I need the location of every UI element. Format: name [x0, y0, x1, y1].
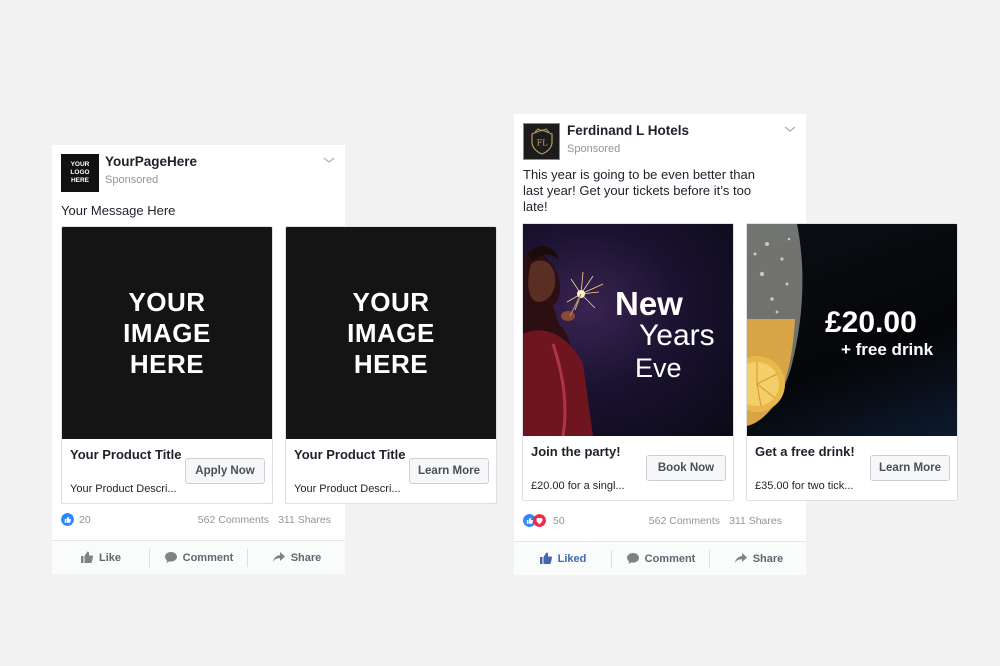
sponsored-post-template: YOUR LOGO HERE YourPageHere Sponsored Yo…: [52, 145, 497, 574]
card-image[interactable]: New Years Eve: [523, 224, 733, 436]
card-image[interactable]: £20.00 + free drink: [747, 224, 957, 436]
card-description: £20.00 for a singl...: [531, 480, 625, 492]
card-image[interactable]: YOUR IMAGE HERE: [286, 227, 496, 439]
page-logo[interactable]: YOUR LOGO HERE: [61, 154, 99, 192]
thumbs-up-icon: [539, 552, 552, 564]
shares-count[interactable]: 311 Shares: [278, 514, 331, 526]
shares-count[interactable]: 311 Shares: [729, 515, 782, 527]
card-description: Your Product Descri...: [294, 483, 401, 495]
share-icon: [734, 553, 747, 563]
card-title: Your Product Title: [294, 447, 406, 462]
card-image[interactable]: YOUR IMAGE HERE: [62, 227, 272, 439]
sponsored-label: Sponsored: [105, 174, 159, 186]
card-title: Get a free drink!: [755, 444, 855, 459]
comment-icon: [626, 553, 639, 564]
image-placeholder-text: YOUR IMAGE HERE: [347, 287, 435, 379]
reaction-count[interactable]: 50: [553, 515, 565, 527]
hotel-logo[interactable]: FL: [523, 123, 560, 160]
free-drink-subheadline: + free drink: [841, 340, 934, 359]
card-description: Your Product Descri...: [70, 483, 177, 495]
learn-more-button[interactable]: Learn More: [870, 455, 950, 481]
comments-count[interactable]: 562 Comments: [198, 514, 269, 526]
liked-button[interactable]: Liked: [514, 542, 611, 575]
chevron-down-icon[interactable]: [784, 123, 796, 135]
post-message: This year is going to be even better tha…: [523, 167, 755, 214]
page-name[interactable]: Ferdinand L Hotels: [567, 123, 689, 138]
image-placeholder-text: YOUR IMAGE HERE: [123, 287, 211, 379]
post-actions-bar: Like Comment Share: [52, 540, 345, 574]
share-button[interactable]: Share: [248, 541, 345, 574]
book-now-button[interactable]: Book Now: [646, 455, 726, 481]
learn-more-button[interactable]: Learn More: [409, 458, 489, 484]
sponsored-label: Sponsored: [567, 143, 621, 155]
card-description: £35.00 for two tick...: [755, 480, 854, 492]
share-button[interactable]: Share: [710, 542, 807, 575]
svg-text:FL: FL: [536, 138, 548, 147]
page-name[interactable]: YourPageHere: [105, 154, 197, 169]
carousel-card[interactable]: £20.00 + free drink Get a free drink! £3…: [746, 223, 958, 501]
carousel-card[interactable]: YOUR IMAGE HERE Your Product Title Your …: [61, 226, 273, 504]
carousel-card[interactable]: New Years Eve Join the party! £20.00 for…: [522, 223, 734, 501]
card-title: Join the party!: [531, 444, 621, 459]
apply-now-button[interactable]: Apply Now: [185, 458, 265, 484]
like-reaction-icon: [61, 513, 74, 526]
comment-button[interactable]: Comment: [150, 541, 247, 574]
carousel-card[interactable]: YOUR IMAGE HERE Your Product Title Your …: [285, 226, 497, 504]
reaction-count[interactable]: 20: [79, 514, 91, 526]
chevron-down-icon[interactable]: [323, 154, 335, 166]
post-message: Your Message Here: [61, 203, 176, 218]
new-years-eve-headline: New Years Eve: [615, 285, 715, 383]
price-headline: £20.00: [825, 306, 917, 339]
love-reaction-icon: [533, 514, 546, 527]
share-icon: [272, 552, 285, 562]
card-title: Your Product Title: [70, 447, 182, 462]
comment-button[interactable]: Comment: [612, 542, 709, 575]
thumbs-up-icon: [80, 551, 94, 563]
like-button[interactable]: Like: [52, 541, 149, 574]
comment-icon: [164, 552, 177, 563]
comments-count[interactable]: 562 Comments: [649, 515, 720, 527]
hotel-sponsored-post: FL Ferdinand L Hotels Sponsored This yea…: [514, 114, 958, 575]
crest-icon: FL: [530, 127, 553, 155]
post-actions-bar: Liked Comment Share: [514, 541, 806, 575]
